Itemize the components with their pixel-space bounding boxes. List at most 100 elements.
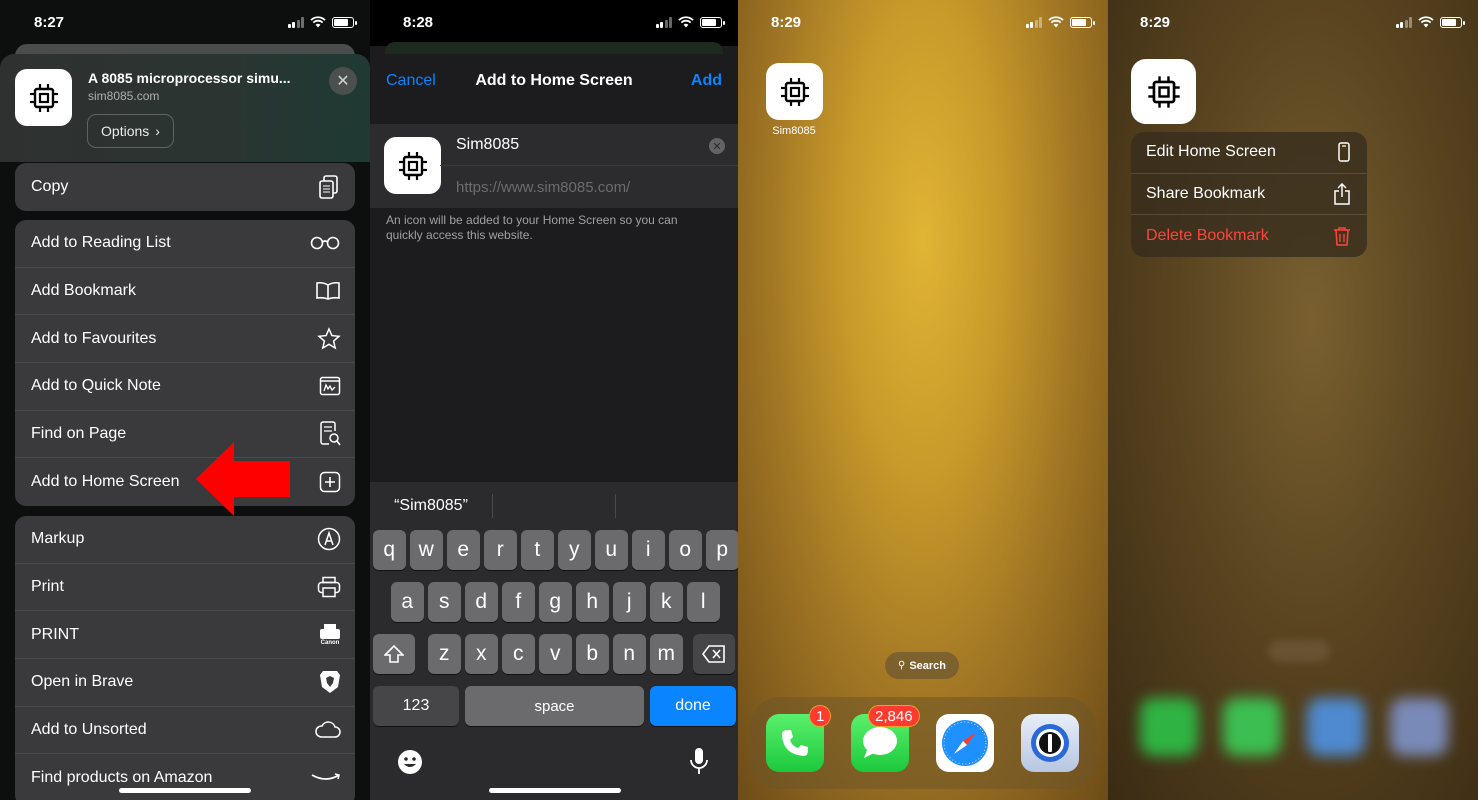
key-w[interactable]: w xyxy=(410,530,443,570)
action-label: Add to Unsorted xyxy=(31,721,147,739)
action-label: Add to Reading List xyxy=(31,234,171,252)
book-icon xyxy=(316,281,340,300)
wifi-icon xyxy=(1048,16,1064,28)
action-copy[interactable]: Copy xyxy=(15,163,355,211)
status-time: 8:27 xyxy=(34,14,65,31)
action-print[interactable]: Print xyxy=(15,564,355,612)
space-key[interactable]: space xyxy=(465,686,644,726)
key-m[interactable]: m xyxy=(650,634,683,674)
wifi-icon xyxy=(310,16,326,28)
status-bar: 8:27 xyxy=(0,0,370,46)
done-key[interactable]: done xyxy=(650,686,736,726)
home-indicator xyxy=(119,788,251,793)
key-v[interactable]: v xyxy=(539,634,572,674)
blurred-search-pill xyxy=(1268,640,1330,662)
status-time: 8:28 xyxy=(403,14,434,31)
action-label: Print xyxy=(31,578,64,596)
key-e[interactable]: e xyxy=(447,530,480,570)
blurred-safari-icon xyxy=(1307,698,1365,756)
action-markup[interactable]: Markup xyxy=(15,516,355,564)
close-icon[interactable]: ✕ xyxy=(329,67,357,95)
signal-icon xyxy=(1025,16,1042,28)
key-p[interactable]: p xyxy=(706,530,738,570)
key-b[interactable]: b xyxy=(576,634,609,674)
battery-icon xyxy=(332,16,357,28)
suggestion-item[interactable]: “Sim8085” xyxy=(370,497,492,515)
printer-icon xyxy=(317,576,341,598)
key-z[interactable]: z xyxy=(428,634,461,674)
compass-icon xyxy=(942,720,988,766)
action-add-bookmark[interactable]: Add Bookmark xyxy=(15,268,355,316)
key-i[interactable]: i xyxy=(632,530,665,570)
sim8085-app-icon[interactable] xyxy=(766,63,823,120)
search-button[interactable]: ⚲ Search xyxy=(885,652,959,679)
battery-icon xyxy=(1440,16,1465,28)
canon-label: Canon xyxy=(320,639,340,646)
action-add-reading-list[interactable]: Add to Reading List xyxy=(15,220,355,268)
action-add-home-screen[interactable]: Add to Home Screen xyxy=(15,458,355,506)
menu-delete-bookmark[interactable]: Delete Bookmark xyxy=(1131,215,1367,257)
action-add-quick-note[interactable]: Add to Quick Note xyxy=(15,363,355,411)
action-add-favourites[interactable]: Add to Favourites xyxy=(15,315,355,364)
action-label: PRINT xyxy=(31,625,79,643)
red-arrow-icon xyxy=(196,442,290,516)
delete-key[interactable] xyxy=(693,634,735,674)
key-u[interactable]: u xyxy=(595,530,628,570)
action-print-canon[interactable]: PRINT Canon xyxy=(15,611,355,660)
clear-icon[interactable]: ✕ xyxy=(709,138,725,154)
star-icon xyxy=(317,326,341,350)
action-add-unsorted[interactable]: Add to Unsorted xyxy=(15,707,355,755)
backspace-icon xyxy=(702,645,725,663)
shift-key[interactable] xyxy=(373,634,415,674)
shift-icon xyxy=(384,645,404,663)
status-icons xyxy=(287,16,357,28)
search-icon: ⚲ xyxy=(897,660,906,671)
blurred-1password-icon xyxy=(1390,698,1448,756)
dock: 1 2,846 xyxy=(750,697,1096,789)
key-c[interactable]: c xyxy=(502,634,535,674)
key-t[interactable]: t xyxy=(521,530,554,570)
chip-icon xyxy=(780,77,809,106)
key-o[interactable]: o xyxy=(669,530,702,570)
chip-icon xyxy=(384,137,441,194)
emoji-icon[interactable] xyxy=(397,749,423,775)
action-open-in-brave[interactable]: Open in Brave xyxy=(15,659,355,707)
key-q[interactable]: q xyxy=(373,530,406,570)
add-home-screen-panel: 8:28 Cancel Add to Home Screen Add Sim80… xyxy=(370,0,738,800)
page-url: sim8085.com xyxy=(88,89,160,103)
safari-app-icon[interactable] xyxy=(936,714,994,772)
hint-text: An icon will be added to your Home Scree… xyxy=(386,213,678,242)
key-l[interactable]: l xyxy=(687,582,720,622)
key-x[interactable]: x xyxy=(465,634,498,674)
action-label: Add to Home Screen xyxy=(31,473,180,491)
action-amazon[interactable]: Find products on Amazon xyxy=(15,754,355,800)
1password-app-icon[interactable] xyxy=(1021,714,1079,772)
key-a[interactable]: a xyxy=(391,582,424,622)
options-button[interactable]: Options › xyxy=(87,114,174,148)
status-bar: 8:29 xyxy=(738,0,1108,46)
key-s[interactable]: s xyxy=(428,582,461,622)
sim8085-app-icon[interactable] xyxy=(1131,59,1196,124)
add-button[interactable]: Add xyxy=(691,72,722,90)
microphone-icon[interactable] xyxy=(689,747,709,777)
key-h[interactable]: h xyxy=(576,582,609,622)
key-n[interactable]: n xyxy=(613,634,646,674)
key-k[interactable]: k xyxy=(650,582,683,622)
share-sheet-panel: 8:27 A 8085 microprocessor simu... sim80… xyxy=(0,0,370,800)
action-label: Copy xyxy=(31,177,69,195)
menu-share-bookmark[interactable]: Share Bookmark xyxy=(1131,174,1367,216)
key-f[interactable]: f xyxy=(502,582,535,622)
message-bubble-icon xyxy=(863,727,897,758)
key-r[interactable]: r xyxy=(484,530,517,570)
key-j[interactable]: j xyxy=(613,582,646,622)
numbers-key[interactable]: 123 xyxy=(373,686,459,726)
action-find-on-page[interactable]: Find on Page xyxy=(15,411,355,459)
name-input[interactable]: Sim8085 xyxy=(456,136,519,154)
find-on-page-icon xyxy=(320,421,341,446)
menu-label: Delete Bookmark xyxy=(1146,227,1269,245)
key-d[interactable]: d xyxy=(465,582,498,622)
menu-edit-home-screen[interactable]: Edit Home Screen xyxy=(1131,132,1367,174)
action-label: Add to Quick Note xyxy=(31,377,161,395)
key-y[interactable]: y xyxy=(558,530,591,570)
key-g[interactable]: g xyxy=(539,582,572,622)
